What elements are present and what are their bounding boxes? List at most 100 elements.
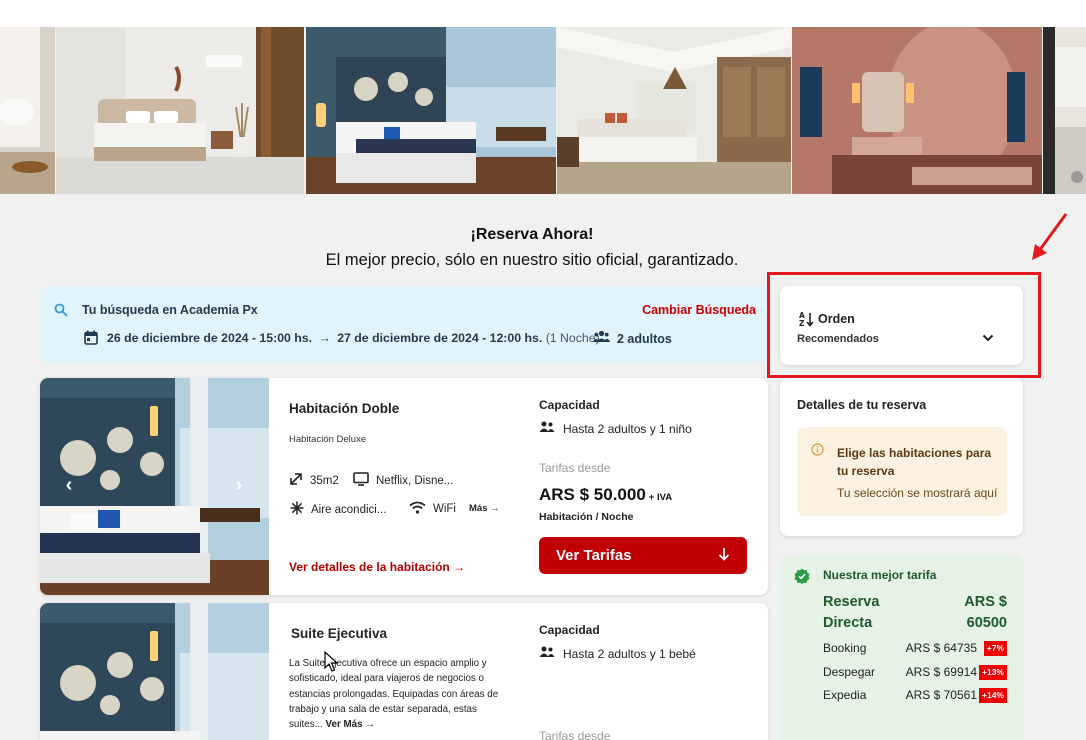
competitor-row: Despegar ARS $ 69914 +13%	[823, 664, 1007, 681]
read-more-label: Ver Más	[325, 719, 363, 731]
guests-count: 2 adultos	[617, 332, 672, 346]
competitor-name: Booking	[823, 641, 867, 655]
annotation-arrow-icon	[1026, 210, 1070, 269]
competitor-row: Expedia ARS $ 70561 +14%	[823, 687, 1007, 704]
photo-bathroom	[792, 27, 1042, 194]
search-dates: 26 de diciembre de 2024 - 15:00 hs. → 27…	[107, 331, 600, 345]
calendar-icon	[84, 330, 98, 350]
room-price: ARS $ 50.000 + IVA	[539, 485, 672, 505]
view-rates-label: Ver Tarifas	[556, 547, 632, 564]
arrow-right-icon: →	[318, 331, 331, 345]
read-more-link[interactable]: Ver Más →	[326, 719, 376, 730]
gallery-photo-5[interactable]	[1043, 27, 1086, 194]
room-type: Habitación Deluxe	[289, 434, 367, 445]
competitor-price: ARS $ 69914	[905, 665, 977, 679]
snowflake-icon	[290, 501, 304, 518]
direct-price-line-1: ARS $	[964, 594, 1007, 610]
feature-tv: Netflix, Disne...	[353, 472, 453, 489]
checkin-date: 26 de diciembre de 2024 - 15:00 hs.	[107, 331, 313, 345]
verified-badge-icon	[794, 568, 810, 589]
photo-bedroom-1	[56, 27, 304, 194]
feature-tv-label: Netflix, Disne...	[376, 474, 454, 487]
checkout-date: 27 de diciembre de 2024 - 12:00 hs.	[337, 331, 543, 345]
room-name: Suite Ejecutiva	[291, 626, 388, 641]
people-icon	[539, 421, 555, 436]
capacity-label: Capacidad	[539, 623, 600, 637]
competitor-diff-badge: +14%	[979, 688, 1007, 703]
gallery-photo-3[interactable]	[557, 27, 791, 194]
people-icon	[539, 646, 555, 661]
more-features-link[interactable]: Más →	[469, 503, 500, 514]
best-rate-card: Nuestra mejor tarifa Reserva Directa ARS…	[780, 554, 1023, 740]
competitor-price: ARS $ 64735	[905, 641, 977, 655]
feature-ac: Aire acondici...	[290, 501, 386, 518]
capacity-label: Capacidad	[539, 398, 600, 412]
hero-title: ¡Reserva Ahora!	[470, 226, 594, 243]
reservation-prompt: Elige las habitaciones para tu reserva	[837, 446, 992, 478]
top-bar	[0, 0, 1086, 27]
direct-booking-price: ARS $ 60500	[930, 592, 1007, 634]
room-photo[interactable]: ‹ ›	[40, 378, 269, 595]
photo-prev-arrow-icon[interactable]: ‹	[62, 475, 76, 495]
info-icon	[811, 443, 824, 461]
feature-wifi: WiFi	[409, 501, 456, 517]
photo-bedroom-3	[557, 27, 791, 194]
people-icon	[593, 330, 610, 348]
room-details-label: Ver detalles de la habitación	[289, 560, 450, 574]
competitor-row: Booking ARS $ 64735 +7%	[823, 640, 1007, 657]
tv-icon	[353, 472, 369, 489]
room-card: Suite Ejecutiva La Suite Ejecutiva ofrec…	[40, 603, 768, 740]
competitor-name: Expedia	[823, 688, 867, 702]
room-description: La Suite Ejecutiva ofrece un espacio amp…	[289, 656, 511, 732]
tax-label: + IVA	[648, 492, 673, 503]
annotation-highlight-box	[767, 272, 1041, 378]
gallery-photo-2[interactable]	[306, 27, 556, 194]
price-unit: Habitación / Noche	[539, 511, 634, 523]
reservation-note: Tu selección se mostrará aquí	[837, 486, 998, 500]
room-name: Habitación Doble	[289, 401, 400, 416]
mouse-cursor-icon	[324, 650, 339, 678]
capacity-value: Hasta 2 adultos y 1 niño	[539, 421, 692, 436]
gallery-photo-service[interactable]	[0, 27, 55, 194]
capacity-text: Hasta 2 adultos y 1 bebé	[563, 646, 696, 661]
photo-service-image	[0, 27, 55, 194]
gallery-photo-4[interactable]	[792, 27, 1042, 194]
wifi-icon	[409, 501, 426, 517]
direct-booking-label: Reserva Directa	[823, 592, 879, 634]
room-photo-image	[40, 603, 269, 740]
reservation-notice: Elige las habitaciones para tu reserva T…	[797, 427, 1007, 516]
gallery-photo-1[interactable]	[56, 27, 304, 194]
room-price-value: ARS $ 50.000	[539, 485, 646, 504]
room-details-link[interactable]: Ver detalles de la habitación →	[289, 560, 465, 574]
view-rates-button[interactable]: Ver Tarifas	[539, 537, 747, 574]
photo-gallery	[0, 27, 1086, 194]
rates-from-label: Tarifas desde	[539, 729, 611, 740]
direct-price-line-2: 60500	[966, 615, 1007, 631]
competitor-diff-badge: +7%	[983, 641, 1007, 656]
resize-icon	[289, 472, 303, 489]
photo-bathroom-2	[1043, 27, 1086, 194]
feature-size-label: 35m2	[310, 474, 339, 487]
reservation-details-card: Detalles de tu reserva Elige las habitac…	[780, 378, 1023, 536]
photo-next-arrow-icon[interactable]: ›	[232, 475, 246, 495]
room-photo[interactable]	[40, 603, 269, 740]
best-rate-title: Nuestra mejor tarifa	[823, 568, 937, 582]
direct-label-line-2: Directa	[823, 615, 873, 631]
direct-label-line-1: Reserva	[823, 594, 880, 610]
capacity-text: Hasta 2 adultos y 1 niño	[563, 421, 692, 436]
feature-wifi-label: WiFi	[433, 503, 456, 515]
hero-subtitle: El mejor precio, sólo en nuestro sitio o…	[325, 251, 739, 269]
room-card: ‹ › Habitación Doble Habitación Deluxe 3…	[40, 378, 768, 595]
search-icon	[54, 303, 68, 322]
competitor-price: ARS $ 70561	[905, 688, 977, 702]
search-label: Tu búsqueda en Academia Px	[82, 303, 258, 317]
reservation-title: Detalles de tu reserva	[797, 398, 927, 412]
competitor-name: Despegar	[823, 665, 876, 679]
competitor-diff-badge: +13%	[979, 665, 1007, 680]
photo-bedroom-2	[306, 27, 556, 194]
arrow-down-icon	[718, 547, 730, 565]
feature-ac-label: Aire acondici...	[311, 503, 387, 516]
nights-count: (1 Noche)	[545, 331, 600, 345]
search-summary: Tu búsqueda en Academia Px Cambiar Búsqu…	[40, 286, 768, 364]
change-search-link[interactable]: Cambiar Búsqueda	[642, 303, 756, 317]
